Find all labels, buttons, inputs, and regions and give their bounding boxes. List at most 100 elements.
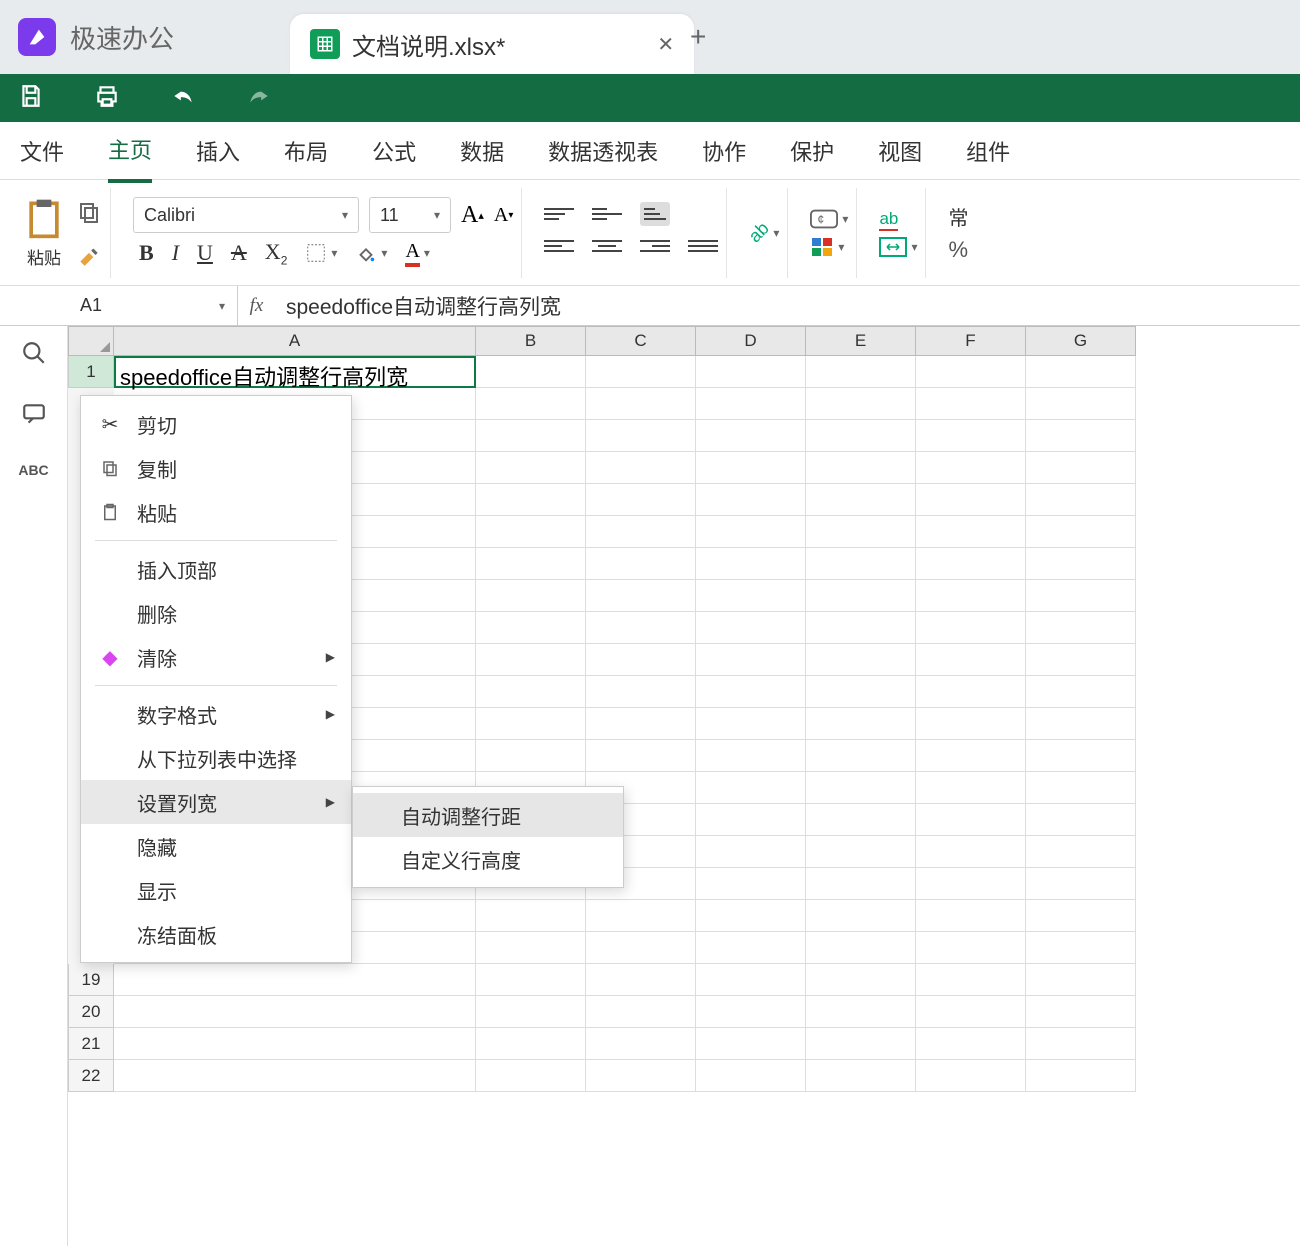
cell[interactable] — [1026, 388, 1136, 420]
cell[interactable] — [1026, 804, 1136, 836]
cell[interactable] — [476, 900, 586, 932]
cell[interactable] — [916, 932, 1026, 964]
align-top-icon[interactable] — [544, 202, 574, 226]
cell[interactable] — [1026, 516, 1136, 548]
ctx-select-from-list[interactable]: 从下拉列表中选择 — [81, 736, 351, 780]
ctx-copy[interactable]: 复制 — [81, 446, 351, 490]
cell[interactable] — [806, 772, 916, 804]
cell[interactable] — [806, 868, 916, 900]
copy-icon[interactable] — [76, 200, 102, 224]
cell[interactable] — [476, 484, 586, 516]
cell[interactable] — [916, 420, 1026, 452]
wrap-text-button[interactable]: ab — [879, 209, 917, 231]
cell[interactable] — [476, 548, 586, 580]
cell[interactable] — [696, 996, 806, 1028]
select-all-corner[interactable] — [68, 326, 114, 356]
document-tab[interactable]: 文档说明.xlsx* ✕ — [290, 14, 694, 74]
menu-protect[interactable]: 保护 — [790, 121, 834, 181]
cell[interactable] — [1026, 452, 1136, 484]
cell[interactable] — [696, 580, 806, 612]
spellcheck-icon[interactable]: ABC — [18, 462, 48, 478]
font-size-combo[interactable]: 11▾ — [369, 197, 451, 233]
cell[interactable] — [586, 356, 696, 388]
cell[interactable] — [696, 356, 806, 388]
cell[interactable] — [114, 1028, 476, 1060]
undo-icon[interactable] — [170, 83, 196, 114]
orientation-button[interactable]: ab▾ — [749, 222, 779, 243]
ctx-clear[interactable]: ◆清除▶ — [81, 635, 351, 679]
cell[interactable] — [586, 708, 696, 740]
cell[interactable] — [696, 836, 806, 868]
cell[interactable] — [476, 740, 586, 772]
cell[interactable] — [696, 740, 806, 772]
cell[interactable] — [696, 900, 806, 932]
cell[interactable] — [586, 996, 696, 1028]
cell[interactable] — [476, 1028, 586, 1060]
cell[interactable] — [1026, 548, 1136, 580]
cell[interactable] — [476, 612, 586, 644]
fill-color-button[interactable]: ▾ — [355, 242, 387, 264]
align-middle-icon[interactable] — [592, 202, 622, 226]
cell[interactable] — [806, 932, 916, 964]
cell[interactable] — [916, 836, 1026, 868]
cell[interactable] — [806, 740, 916, 772]
cell-style-button[interactable]: ▾ — [810, 236, 848, 258]
cell[interactable] — [476, 1060, 586, 1092]
menu-addon[interactable]: 组件 — [966, 121, 1010, 181]
cell[interactable] — [586, 580, 696, 612]
row-header-1[interactable]: 1 — [68, 356, 114, 388]
cell[interactable] — [696, 516, 806, 548]
comments-icon[interactable] — [21, 401, 47, 432]
cell[interactable] — [696, 868, 806, 900]
cell[interactable] — [806, 612, 916, 644]
cell[interactable] — [586, 1028, 696, 1060]
col-header-b[interactable]: B — [476, 326, 586, 356]
cell[interactable] — [806, 900, 916, 932]
cell[interactable] — [696, 484, 806, 516]
strike-button[interactable]: A — [231, 240, 247, 266]
cell[interactable] — [806, 708, 916, 740]
paste-button[interactable]: 粘贴 — [22, 196, 66, 269]
cell[interactable] — [806, 964, 916, 996]
cell[interactable] — [696, 708, 806, 740]
ctx-cut[interactable]: ✂剪切 — [81, 402, 351, 446]
cell[interactable] — [476, 996, 586, 1028]
cell[interactable] — [586, 740, 696, 772]
cell[interactable] — [586, 516, 696, 548]
redo-icon[interactable] — [246, 83, 272, 114]
cell[interactable] — [1026, 900, 1136, 932]
cell[interactable] — [586, 676, 696, 708]
fx-icon[interactable]: fx — [238, 295, 276, 317]
cell[interactable] — [1026, 932, 1136, 964]
col-header-f[interactable]: F — [916, 326, 1026, 356]
menu-insert[interactable]: 插入 — [196, 121, 240, 181]
cell[interactable] — [806, 644, 916, 676]
cell[interactable] — [916, 356, 1026, 388]
cell[interactable] — [696, 612, 806, 644]
decrease-font-icon[interactable]: A▾ — [494, 204, 513, 227]
col-header-c[interactable]: C — [586, 326, 696, 356]
cell[interactable] — [916, 548, 1026, 580]
menu-pivot[interactable]: 数据透视表 — [548, 121, 658, 181]
cell[interactable] — [696, 1060, 806, 1092]
cell[interactable] — [696, 676, 806, 708]
align-left-icon[interactable] — [544, 234, 574, 258]
font-color-button[interactable]: A▾ — [405, 240, 429, 267]
cell[interactable] — [1026, 676, 1136, 708]
col-header-d[interactable]: D — [696, 326, 806, 356]
menu-layout[interactable]: 布局 — [284, 121, 328, 181]
cell[interactable] — [114, 1060, 476, 1092]
cell[interactable] — [916, 676, 1026, 708]
cell[interactable] — [806, 356, 916, 388]
cell[interactable] — [696, 932, 806, 964]
menu-collab[interactable]: 协作 — [702, 121, 746, 181]
cell[interactable] — [476, 964, 586, 996]
cell[interactable] — [806, 580, 916, 612]
row-header-19[interactable]: 19 — [68, 964, 114, 996]
font-name-combo[interactable]: Calibri▾ — [133, 197, 359, 233]
row-header-21[interactable]: 21 — [68, 1028, 114, 1060]
increase-font-icon[interactable]: A▴ — [461, 202, 484, 229]
cell[interactable] — [1026, 580, 1136, 612]
cell[interactable] — [476, 644, 586, 676]
ctx-hide[interactable]: 隐藏 — [81, 824, 351, 868]
